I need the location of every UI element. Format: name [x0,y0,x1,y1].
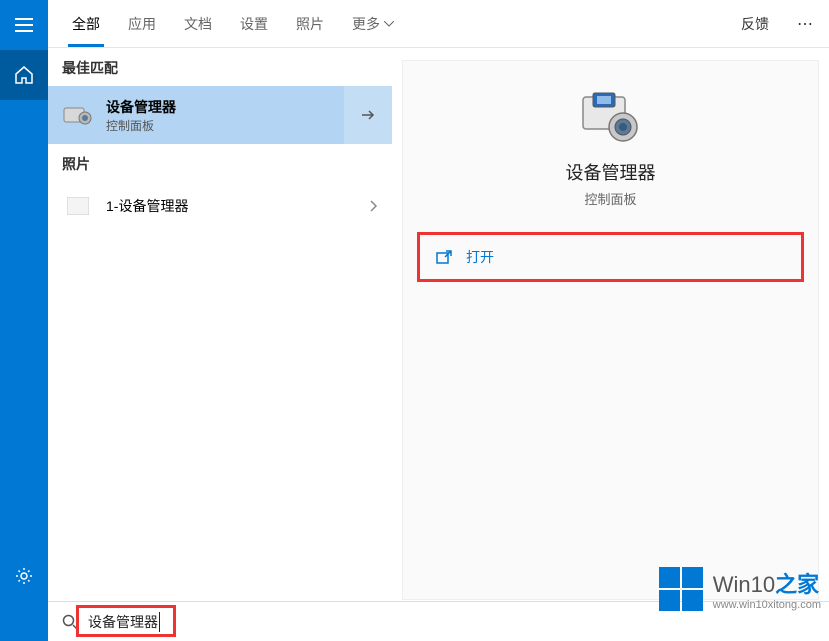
results-column: 最佳匹配 设备管理器 控制面板 照片 [48,48,392,641]
result-text: 设备管理器 控制面板 [106,97,378,134]
chevron-down-icon [384,21,394,27]
watermark-url: www.win10xitong.com [713,599,821,611]
detail-title: 设备管理器 [403,159,818,185]
gear-icon [15,567,33,585]
watermark-title: Win10之家 [713,567,821,599]
photo-item-label: 1-设备管理器 [106,196,188,216]
detail-card: 设备管理器 控制面板 打开 [402,60,819,600]
tab-all[interactable]: 全部 [58,0,114,47]
windows-logo-icon [659,567,703,611]
device-manager-large-icon [579,91,643,145]
detail-column: 设备管理器 控制面板 打开 [392,48,829,641]
photo-thumb-icon [62,194,94,218]
sidebar-spacer [0,100,48,551]
result-device-manager[interactable]: 设备管理器 控制面板 [48,86,392,144]
open-button[interactable]: 打开 [417,232,804,282]
home-button[interactable] [0,50,48,100]
detail-icon-wrap [403,91,818,145]
result-title: 设备管理器 [106,97,378,117]
tab-more[interactable]: 更多 [338,0,408,47]
watermark-text: Win10之家 www.win10xitong.com [713,567,821,611]
search-icon [62,614,78,630]
feedback-button[interactable]: 反馈 [729,0,781,47]
detail-subtitle: 控制面板 [403,189,818,208]
hamburger-icon [15,18,33,32]
tab-docs[interactable]: 文档 [170,0,226,47]
content-area: 最佳匹配 设备管理器 控制面板 照片 [48,48,829,641]
arrow-right-icon [360,107,376,123]
more-options-button[interactable]: ⋯ [781,0,829,47]
sidebar-bottom-pad [0,601,48,641]
tab-apps[interactable]: 应用 [114,0,170,47]
filter-tabs: 全部 应用 文档 设置 照片 更多 反馈 ⋯ [48,0,829,48]
tab-photos[interactable]: 照片 [282,0,338,47]
result-subtitle: 控制面板 [106,117,378,134]
best-match-label: 最佳匹配 [48,48,392,86]
watermark: Win10之家 www.win10xitong.com [659,567,821,611]
settings-button[interactable] [0,551,48,601]
tabs-spacer [408,0,729,47]
ellipsis-icon: ⋯ [797,14,813,34]
device-manager-icon [62,103,94,127]
open-icon [436,250,452,264]
expand-arrow-button[interactable] [344,86,392,144]
search-input-text: 设备管理器 [88,612,160,632]
tab-settings[interactable]: 设置 [226,0,282,47]
start-sidebar [0,0,48,641]
photos-label: 照片 [48,144,392,182]
chevron-right-icon [370,200,378,212]
hamburger-button[interactable] [0,0,48,50]
open-label: 打开 [466,247,494,267]
home-icon [15,66,33,84]
main-area: 全部 应用 文档 设置 照片 更多 反馈 ⋯ 最佳匹配 设备管理器 控制面板 [48,0,829,641]
result-photo-item[interactable]: 1-设备管理器 [48,182,392,230]
